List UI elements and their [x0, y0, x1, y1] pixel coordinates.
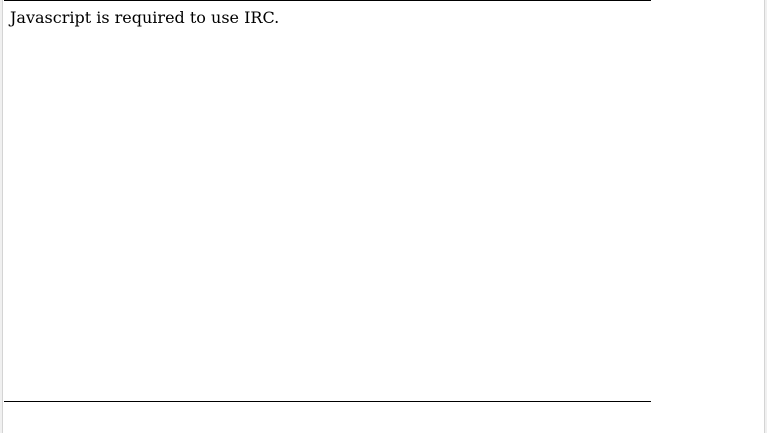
top-divider	[4, 0, 651, 1]
left-frame-border	[0, 0, 3, 433]
bottom-divider	[4, 401, 651, 402]
javascript-required-notice: Javascript is required to use IRC.	[10, 8, 280, 27]
